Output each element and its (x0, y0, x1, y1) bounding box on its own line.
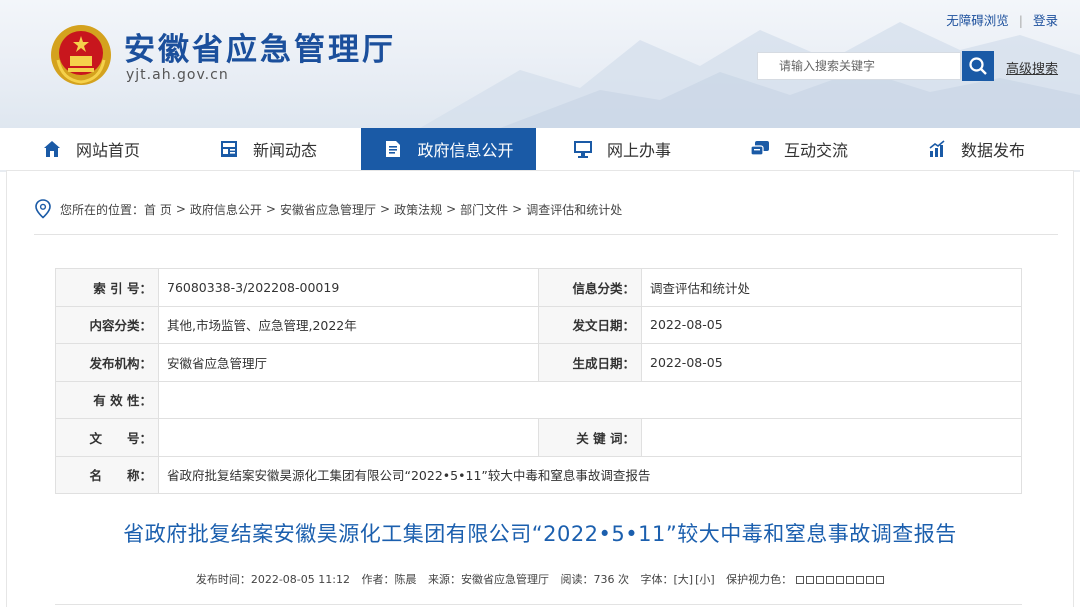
site-title: 安徽省应急管理厅 (124, 32, 396, 68)
content-class-value: 其他,市场监管、应急管理,2022年 (158, 305, 539, 344)
generate-date-label: 生成日期： (538, 343, 642, 382)
table-row: 发布机构： 安徽省应急管理厅 生成日期： 2022-08-05 (55, 343, 1022, 382)
search-input[interactable]: 请输入搜索关键字 (757, 52, 961, 80)
nav-item-online-services[interactable]: 网上办事 (573, 128, 671, 170)
breadcrumb-divider (34, 234, 1058, 235)
validity-value (158, 380, 1022, 419)
nav-label: 数据发布 (961, 141, 1026, 160)
breadcrumb: 您所在的位置： 首 页 > 政府信息公开 > 安徽省应急管理厅 > 政策法规 >… (34, 199, 622, 219)
document-number-label: 文 号： (55, 418, 159, 457)
eye-care-color-picker (796, 576, 885, 584)
eye-care-label: 保护视力色： (726, 573, 793, 586)
nav-label: 互动交流 (784, 141, 849, 160)
accessibility-link[interactable]: 无障碍浏览 (946, 13, 1009, 28)
breadcrumb-item-statistics-office[interactable]: 调查评估和统计处 (526, 201, 622, 218)
site-domain: yjt.ah.gov.cn (126, 67, 229, 83)
color-swatch[interactable] (856, 576, 865, 584)
search-button[interactable] (962, 51, 994, 81)
read-count: 阅读：736 次 (560, 573, 629, 586)
nav-label: 政府信息公开 (417, 141, 514, 160)
generate-date-value: 2022-08-05 (641, 343, 1022, 382)
nav-label: 网站首页 (76, 141, 141, 160)
table-row: 文 号： 关 键 词： (55, 418, 1022, 457)
main-nav: 网站首页 新闻动态 政府信息公开 网上办事 互动交流 数据发布 (0, 128, 1080, 172)
document-icon (383, 139, 403, 159)
color-swatch[interactable] (826, 576, 835, 584)
font-small-button[interactable]: [小] (695, 573, 715, 586)
name-value: 省政府批复结案安徽昊源化工集团有限公司“2022•5•11”较大中毒和窒息事故调… (158, 455, 1022, 494)
home-icon (42, 139, 62, 159)
national-emblem-logo (51, 25, 111, 85)
issue-date-value: 2022-08-05 (641, 305, 1022, 344)
chat-icon (750, 139, 770, 159)
document-meta-table: 索 引 号： 76080338-3/202208-00019 信息分类： 调查评… (55, 268, 1022, 494)
nav-label: 新闻动态 (253, 141, 318, 160)
table-row: 索 引 号： 76080338-3/202208-00019 信息分类： 调查评… (55, 268, 1022, 307)
site-header: 安徽省应急管理厅 yjt.ah.gov.cn 无障碍浏览 | 登录 请输入搜索关键字… (0, 0, 1080, 128)
breadcrumb-item-home[interactable]: 首 页 (144, 201, 172, 218)
nav-item-data-release[interactable]: 数据发布 (927, 128, 1025, 170)
monitor-icon (573, 139, 593, 159)
font-large-button[interactable]: [大] (673, 573, 693, 586)
name-label: 名 称： (55, 455, 159, 494)
article-divider (55, 604, 1022, 605)
issue-date-label: 发文日期： (538, 305, 642, 344)
nav-item-home[interactable]: 网站首页 (42, 128, 140, 170)
table-row: 有 效 性： (55, 380, 1022, 419)
publisher-label: 发布机构： (55, 343, 159, 382)
breadcrumb-item-department[interactable]: 安徽省应急管理厅 (280, 201, 376, 218)
color-swatch[interactable] (816, 576, 825, 584)
nav-item-interaction[interactable]: 互动交流 (750, 128, 848, 170)
validity-label: 有 效 性： (55, 380, 159, 419)
location-pin-icon (35, 199, 51, 219)
nav-label: 网上办事 (607, 141, 672, 160)
color-swatch[interactable] (836, 576, 845, 584)
content-class-label: 内容分类： (55, 305, 159, 344)
breadcrumb-prefix: 您所在的位置： (60, 202, 145, 217)
article-title: 省政府批复结案安徽昊源化工集团有限公司“2022•5•11”较大中毒和窒息事故调… (123, 522, 957, 546)
article-info-bar: 发布时间：2022-08-05 11:12 作者：陈晨 来源：安徽省应急管理厅 … (0, 571, 1080, 587)
source: 来源：安徽省应急管理厅 (427, 573, 549, 586)
top-links-separator: | (1018, 13, 1023, 28)
document-number-value (158, 418, 539, 457)
index-number-label: 索 引 号： (55, 268, 159, 307)
publish-time: 发布时间：2022-08-05 11:12 (195, 573, 350, 586)
color-swatch[interactable] (866, 576, 875, 584)
breadcrumb-item-policies[interactable]: 政策法规 (394, 201, 442, 218)
table-row: 名 称： 省政府批复结案安徽昊源化工集团有限公司“2022•5•11”较大中毒和… (55, 455, 1022, 494)
nav-item-news[interactable]: 新闻动态 (219, 128, 317, 170)
breadcrumb-separator: > (175, 202, 186, 216)
login-link[interactable]: 登录 (1033, 13, 1058, 28)
advanced-search-link[interactable]: 高级搜索 (1006, 58, 1058, 77)
table-row: 内容分类： 其他,市场监管、应急管理,2022年 发文日期： 2022-08-0… (55, 305, 1022, 344)
author: 作者：陈晨 (361, 573, 417, 586)
keywords-label: 关 键 词： (538, 418, 642, 457)
color-swatch[interactable] (806, 576, 815, 584)
color-swatch[interactable] (846, 576, 855, 584)
color-swatch[interactable] (876, 576, 885, 584)
search-icon (969, 57, 987, 75)
top-links: 无障碍浏览 | 登录 (946, 10, 1058, 29)
font-size-label: 字体： (640, 573, 674, 586)
breadcrumb-item-dept-docs[interactable]: 部门文件 (460, 201, 508, 218)
chart-icon (927, 139, 947, 159)
breadcrumb-item-gov-info[interactable]: 政府信息公开 (190, 201, 262, 218)
breadcrumb-separator: > (265, 202, 276, 216)
color-swatch[interactable] (796, 576, 805, 584)
index-number-value: 76080338-3/202208-00019 (158, 268, 539, 307)
publisher-value: 安徽省应急管理厅 (158, 343, 539, 382)
news-icon (219, 139, 239, 159)
info-class-label: 信息分类： (538, 268, 642, 307)
breadcrumb-separator: > (446, 202, 457, 216)
breadcrumb-separator: > (512, 202, 523, 216)
nav-item-gov-info[interactable]: 政府信息公开 (361, 128, 536, 170)
breadcrumb-separator: > (380, 202, 391, 216)
info-class-value: 调查评估和统计处 (641, 268, 1022, 307)
keywords-value (641, 418, 1022, 457)
